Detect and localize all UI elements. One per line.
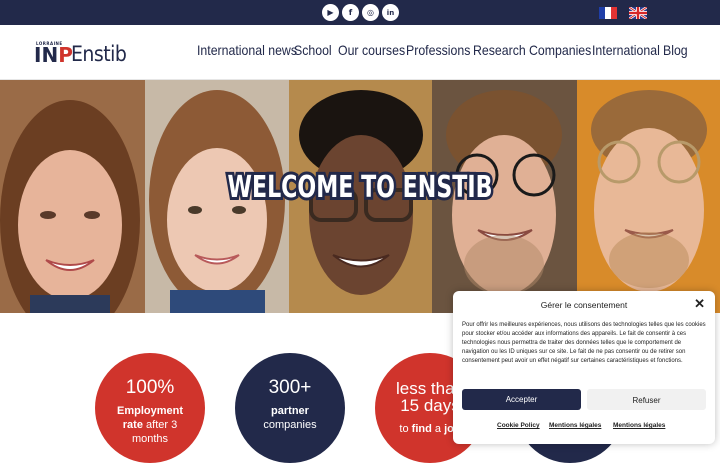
accept-button[interactable]: Accepter [462, 389, 581, 410]
legal-notice-link-2[interactable]: Mentions légales [613, 422, 665, 429]
linkedin-icon[interactable]: in [382, 4, 399, 21]
refuse-button[interactable]: Refuser [587, 389, 706, 410]
stat-label: partner [271, 405, 309, 417]
cookie-policy-link[interactable]: Cookie Policy [497, 422, 540, 429]
cookie-description: Pour offrir les meilleures expériences, … [462, 322, 706, 364]
nav-international[interactable]: International [592, 42, 660, 58]
cookie-consent-dialog: Gérer le consentement ✕ Pour offrir les … [453, 291, 715, 444]
stat-label: rate after 3 [122, 419, 178, 431]
english-flag-icon[interactable] [629, 7, 647, 19]
nav-our-courses[interactable]: Our courses [338, 42, 405, 58]
stat-label: Employment [116, 405, 183, 417]
top-bar: ▶ f ◎ in [0, 0, 720, 25]
youtube-icon[interactable]: ▶ [322, 4, 339, 21]
stat-label: months [131, 433, 169, 445]
hero-banner: WELCOME TO ENSTIB [0, 80, 720, 313]
nav-companies[interactable]: Companies [529, 42, 591, 58]
cookie-title: Gérer le consentement [540, 300, 628, 310]
close-icon[interactable]: ✕ [694, 297, 705, 311]
nav-blog[interactable]: Blog [663, 42, 688, 58]
stat-number: 300+ [268, 377, 312, 398]
legal-notice-link[interactable]: Mentions légales [549, 422, 601, 429]
logo-enstib-text: Enstib [71, 42, 127, 66]
stat-label: companies [263, 419, 317, 431]
nav-professions[interactable]: Professions [406, 42, 470, 58]
logo-inp-text: INP [34, 43, 73, 67]
nav-school[interactable]: School [294, 42, 332, 58]
french-flag-icon[interactable] [599, 7, 617, 19]
stat-partner-companies: 300+ partner companies [235, 353, 345, 463]
nav-international-news[interactable]: International news [197, 42, 297, 58]
hero-title: WELCOME TO ENSTIB [225, 167, 495, 208]
instagram-icon[interactable]: ◎ [362, 4, 379, 21]
stat-employment-rate: 100% Employment rate after 3 months [95, 353, 205, 463]
stat-number: 100% [125, 377, 175, 398]
facebook-icon[interactable]: f [342, 4, 359, 21]
nav-research[interactable]: Research [473, 42, 526, 58]
site-logo[interactable]: LORRAINE INP Enstib [34, 41, 127, 67]
